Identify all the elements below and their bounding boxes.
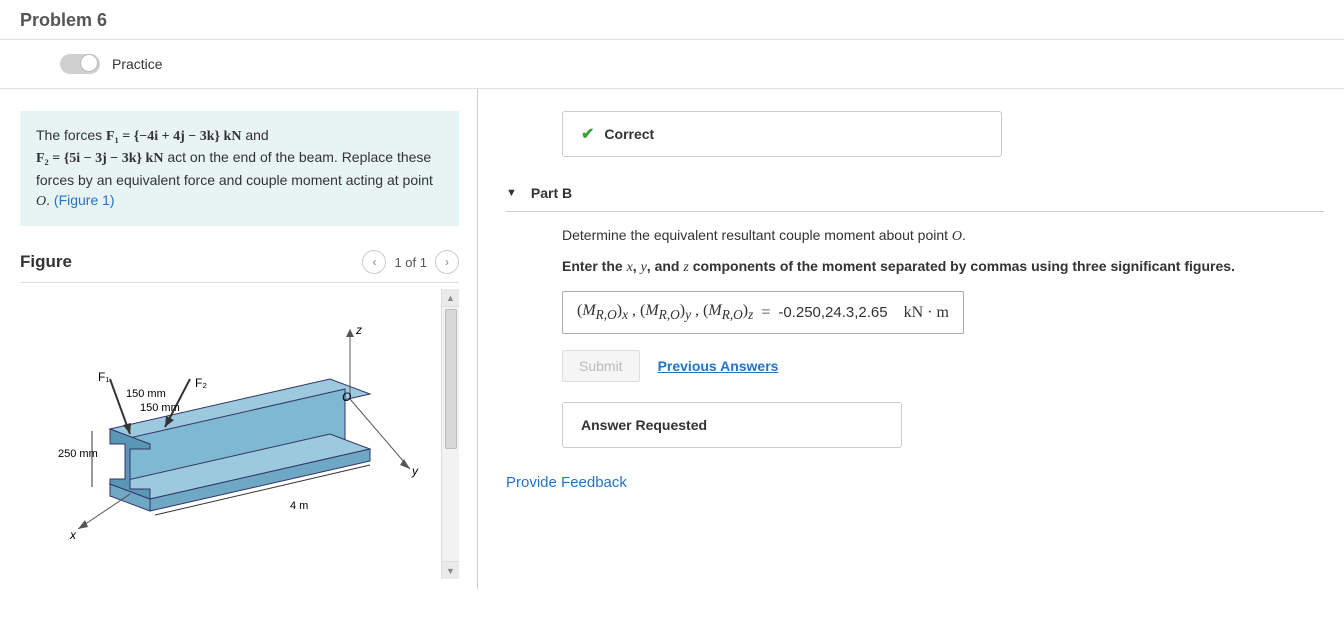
part-b-title: Part B <box>531 185 572 201</box>
x-axis-label: x <box>69 528 77 542</box>
z-axis-arrow-icon <box>346 329 354 337</box>
ps-f2: F₂ = {5i − 3j − 3k} kN <box>36 151 163 166</box>
figure-pager: ‹ 1 of 1 › <box>362 250 459 274</box>
dim-150b: 150 mm <box>140 402 180 414</box>
figure-canvas: z y x O F₁ F₂ 150 m <box>20 289 441 579</box>
f2-label: F₂ <box>195 376 207 390</box>
toggle-knob <box>80 54 98 72</box>
answer-requested-label: Answer Requested <box>581 417 707 433</box>
correct-label: Correct <box>604 126 654 142</box>
figure-head: Figure ‹ 1 of 1 › <box>20 250 459 283</box>
origin-label: O <box>342 390 351 404</box>
problem-header: Problem 6 <box>0 0 1344 40</box>
practice-toggle[interactable] <box>60 54 100 74</box>
prev-figure-button[interactable]: ‹ <box>362 250 386 274</box>
left-column: The forces F₁ = {−4i + 4j − 3k} kN and F… <box>0 89 478 589</box>
figure-title: Figure <box>20 252 72 272</box>
part-b-instructions: Enter the x, y, and z components of the … <box>562 257 1324 278</box>
scroll-down-icon[interactable]: ▼ <box>442 561 459 579</box>
figure-link[interactable]: (Figure 1) <box>54 192 115 208</box>
answer-lhs: (MR,O)x , (MR,O)y , (MR,O)z <box>577 302 753 323</box>
beam-diagram: z y x O F₁ F₂ 150 m <box>30 299 430 559</box>
provide-feedback-link[interactable]: Provide Feedback <box>506 474 1324 491</box>
practice-label: Practice <box>112 56 163 72</box>
answer-display: (MR,O)x , (MR,O)y , (MR,O)z = -0.250,24.… <box>562 291 964 334</box>
ps-prefix: The forces <box>36 127 106 143</box>
caret-down-icon: ▼ <box>506 187 517 199</box>
right-column: ✔ Correct ▼ Part B Determine the equival… <box>478 89 1344 589</box>
part-b-header[interactable]: ▼ Part B <box>506 179 1324 212</box>
scroll-thumb[interactable] <box>445 309 457 449</box>
y-axis-label: y <box>411 464 419 478</box>
problem-title: Problem 6 <box>20 10 1324 31</box>
answer-value: -0.250,24.3,2.65 <box>778 304 887 321</box>
dim-4m: 4 m <box>290 500 308 512</box>
x-axis-arrow-icon <box>78 520 88 529</box>
figure-scrollbar[interactable]: ▲ ▼ <box>441 289 459 579</box>
z-axis-label: z <box>355 323 362 337</box>
f1-label: F₁ <box>98 370 109 384</box>
part-b-description: Determine the equivalent resultant coupl… <box>562 226 1324 247</box>
dim-150a: 150 mm <box>126 388 166 400</box>
figure-page: 1 of 1 <box>394 255 427 270</box>
ps-f1: F₁ = {−4i + 4j − 3k} kN <box>106 129 241 144</box>
ps-O: O <box>36 194 46 209</box>
problem-statement: The forces F₁ = {−4i + 4j − 3k} kN and F… <box>20 111 459 226</box>
practice-row: Practice <box>0 40 1344 89</box>
scroll-up-icon[interactable]: ▲ <box>442 289 459 307</box>
previous-answers-link[interactable]: Previous Answers <box>658 358 779 374</box>
correct-status: ✔ Correct <box>562 111 1002 157</box>
next-figure-button[interactable]: › <box>435 250 459 274</box>
answer-unit: kN · m <box>904 304 949 322</box>
ps-suffix: . <box>46 192 54 208</box>
y-axis-arrow-icon <box>400 459 410 469</box>
ps-mid1: and <box>245 127 268 143</box>
check-icon: ✔ <box>581 124 594 144</box>
answer-requested-box: Answer Requested <box>562 402 902 448</box>
submit-button[interactable]: Submit <box>562 350 640 382</box>
